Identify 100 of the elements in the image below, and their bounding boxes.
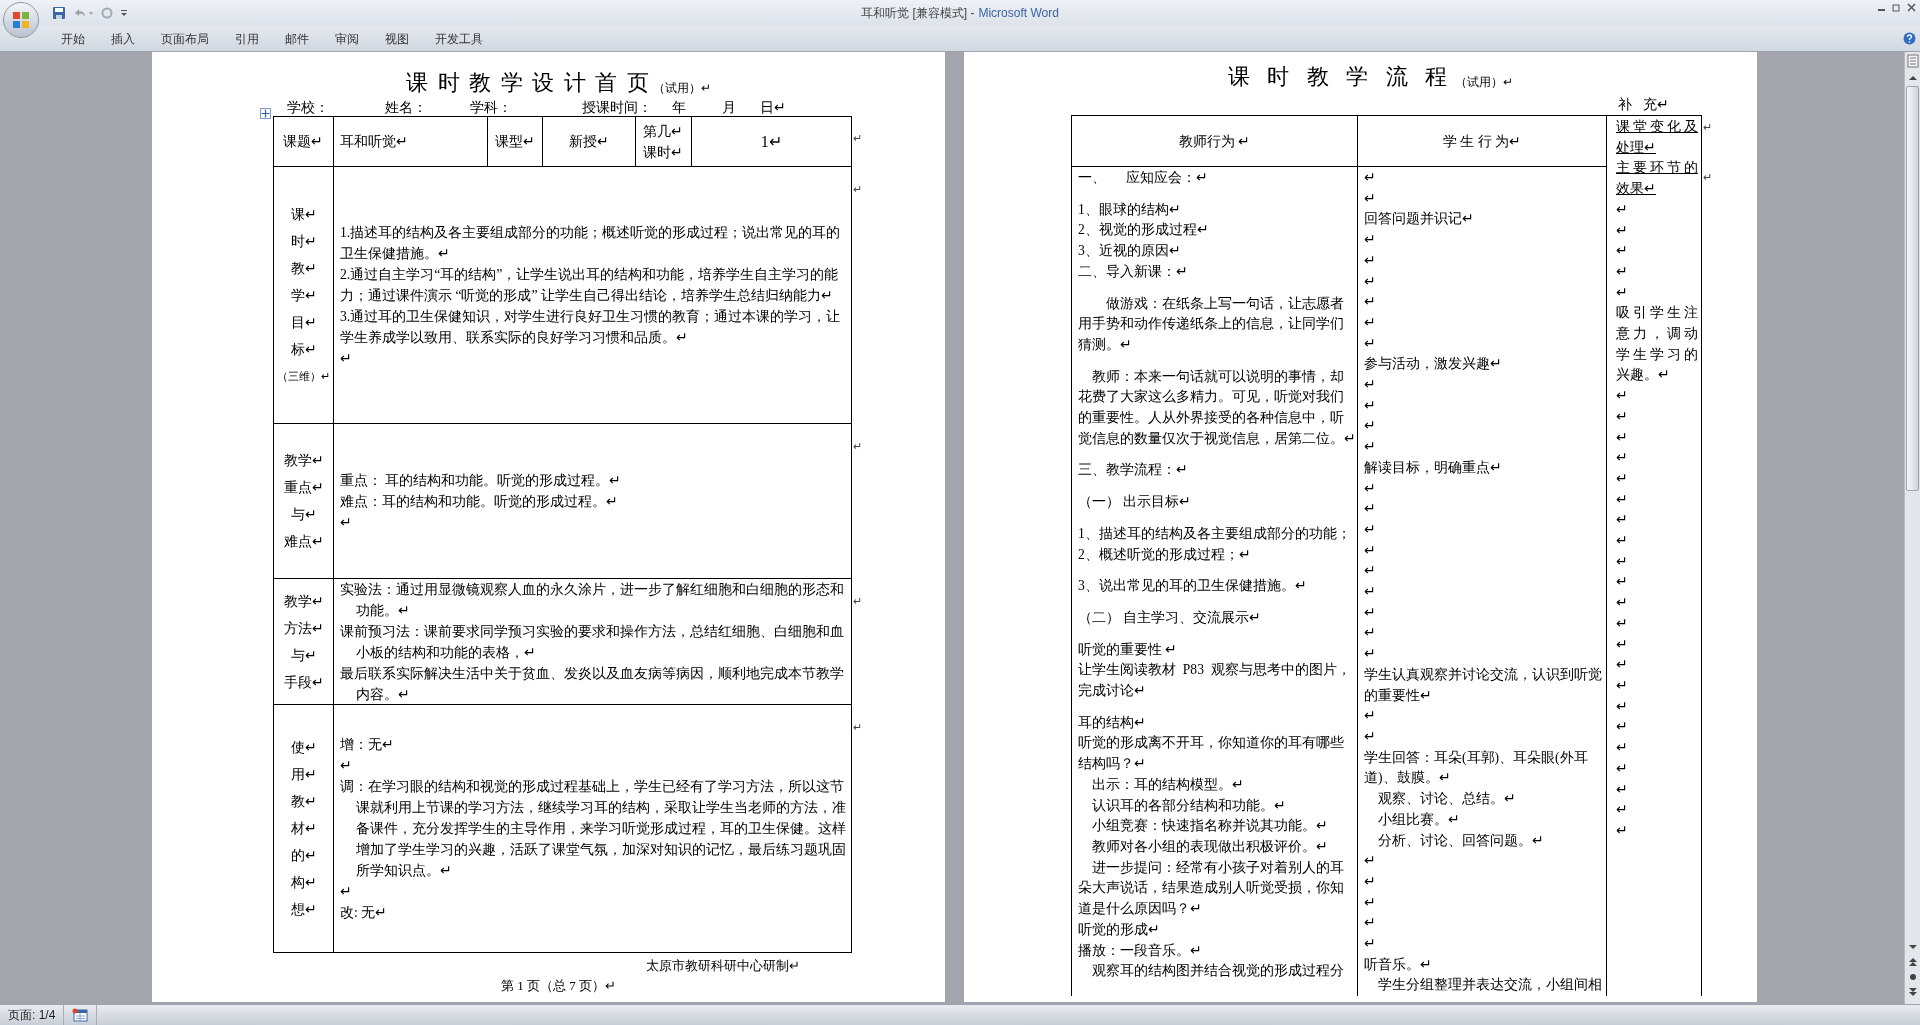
form-label: 姓名： [385,100,428,116]
ribbon-tab[interactable]: 邮件 [272,27,322,50]
paragraph: ↵ [1364,624,1377,643]
paragraph: 出示：耳的结构模型。↵ [1091,775,1245,794]
row-label: 用↵ [290,766,317,784]
row-label: 目↵ [290,313,317,332]
ribbon-tab[interactable]: 页面布局 [148,27,222,50]
table-move-handle[interactable] [260,108,271,119]
paragraph: ↵ [1616,387,1629,406]
paragraph: 学生回答：耳朵(耳郭)、耳朵眼(外耳道)、鼓膜。↵ [1364,748,1589,788]
restore-icon[interactable] [1892,3,1901,12]
paragraph: 2、视觉的形成过程↵ [1078,221,1210,240]
form-label: 月 [722,100,737,116]
paragraph: 做游戏：在纸条上写一句话，让志愿者用手势和动作传递纸条上的信息，让同学们猜测。↵ [1078,294,1345,354]
scrollbar-thumb[interactable] [1906,86,1919,491]
table-cell-text: 课型↵ [495,133,536,151]
paragraph: 1、描述耳的结构及各主要组成部分的功能； [1078,524,1352,543]
paragraph: ↵ [1616,242,1629,261]
paragraph: 3.通过耳的卫生保健知识，对学生进行良好卫生习惯的教育；通过本课的学习，让学生养成学以致用、联系实际的良好学习习惯和品质。↵ [340,307,842,347]
ribbon-tab[interactable]: 开始 [48,27,98,50]
paragraph: ↵ [1364,272,1377,291]
paragraph: ↵ [1364,293,1377,312]
row-label: 难点↵ [283,533,324,551]
paragraph: 听音乐。↵ [1364,955,1433,974]
paragraph: （二） 自主学习、交流展示↵ [1078,608,1263,627]
paragraph: ↵ [1616,614,1629,633]
table-cell-text: 第几↵ [643,122,684,141]
table-cell-text: 新授↵ [568,133,609,151]
paragraph: ↵ [1616,801,1629,820]
paragraph: （一） 出示目标↵ [1078,493,1193,512]
vertical-scrollbar[interactable] [1904,52,1920,1004]
paragraph: ↵ [1364,893,1377,912]
paragraph: 学生分组整理并表达交流，小组间相 [1377,976,1603,995]
paragraph: ↵ [1616,283,1629,302]
paragraph: ↵ [1364,520,1377,539]
ribbon-tab[interactable]: 引用 [222,27,272,50]
paragraph: 二、导入新课：↵ [1078,262,1189,281]
ribbon-tab[interactable]: 开发工具 [422,27,496,50]
row-label: 教↵ [290,259,317,278]
paragraph: ↵ [1364,500,1377,519]
page-count[interactable]: 页面: 1/4 [0,1005,65,1025]
paragraph: 小组竞赛：快速指名称并说其功能。↵ [1091,817,1329,836]
paragraph-mark: ↵ [853,182,862,197]
help-icon[interactable] [1903,32,1916,45]
form-label: 学科： [470,100,513,116]
paragraph: ↵ [1616,469,1629,488]
paragraph: 分析、讨论、回答问题。↵ [1377,831,1545,850]
paragraph: 调：在学习眼的结构和视觉的形成过程基础上，学生已经有了学习方法，所以这节课就利用上节课的学习方法，继续学习耳的结构，采取让学生当老师的方法，准备课件，充分发挥学生的主导作用，来学习听觉形成过程，耳的卫生保健。这样增加了学生学习的兴趣，活跃了课堂气氛，加深对知识的记忆，最后练习题巩固所学知识点。↵ [340,778,848,880]
paragraph: ↵ [1364,189,1377,208]
paragraph: 2.通过自主学习“耳的结构”，让学生说出耳的结构和功能，培养学生自主学习的能力；通过课件演示 “听觉的形成” 让学生自己得出结论，培养学生总结归纳能力↵ [340,265,840,305]
paragraph: ↵ [1616,490,1629,509]
paragraph: ↵ [340,757,353,775]
row-label: 教学↵ [283,592,324,611]
paragraph-mark: ↵ [1703,170,1712,185]
paragraph: 解读目标，明确重点↵ [1364,458,1503,477]
paragraph: ↵ [1364,438,1377,457]
ribbon-tab[interactable]: 审阅 [322,27,372,50]
paragraph: ↵ [1616,635,1629,654]
row-label: 时↵ [290,232,317,251]
office-button[interactable] [3,2,39,38]
close-icon[interactable] [1907,3,1916,12]
paragraph: 进一步提问：经常有小孩子对着别人的耳朵大声说话，结果造成别人听觉受损，你知道是什么原因吗？↵ [1078,858,1345,919]
row-label: 手段↵ [283,673,324,692]
row-label: 材↵ [290,820,317,838]
ribbon-tab[interactable]: 视图 [372,27,422,50]
paragraph: 耳的结构↵ [1078,713,1147,732]
column-heading: 补 充↵ [1618,96,1669,114]
ruler-toggle-icon[interactable] [1906,54,1919,68]
title-note: （试用）↵ [652,80,711,96]
row-label: 想↵ [290,901,317,919]
paragraph: 听觉的重要性 ↵ [1078,640,1179,659]
paragraph: 参与活动，激发兴趣↵ [1364,355,1503,374]
form-label: 授课时间： [582,100,653,116]
save-icon[interactable] [52,6,66,20]
app-name: Microsoft Word [978,5,1059,22]
paragraph: ↵ [1616,677,1629,695]
paragraph-mark: ↵ [853,439,862,454]
paragraph: 1.描述耳的结构及各主要组成部分的功能；概述听觉的形成过程；说出常见的耳的卫生保健措施。↵ [340,223,842,263]
customize-dropdown-icon[interactable] [120,9,128,17]
paragraph: ↵ [1364,396,1377,415]
paragraph: ↵ [1364,417,1377,436]
paragraph: ↵ [1364,376,1377,395]
row-label: 学↵ [290,286,317,305]
paragraph: 认识耳的各部分结构和功能。↵ [1091,796,1287,815]
row-label: 课↵ [290,205,317,224]
column-header: 学 生 行 为↵ [1442,132,1522,151]
form-label: 日↵ [760,100,787,116]
paragraph: ↵ [1616,262,1629,281]
ribbon-tab[interactable]: 插入 [98,27,148,50]
row-label: 与↵ [290,646,317,665]
office-logo-icon [11,10,31,30]
paragraph: 回答问题并识记↵ [1364,210,1475,229]
paragraph: 1、眼球的结构↵ [1078,200,1182,219]
paragraph: 吸引学生注意力，调动学生学习的兴趣。↵ [1616,304,1698,385]
table-cell-text: 耳和听觉↵ [338,133,408,151]
paragraph: ↵ [1616,532,1629,551]
document-check-icon[interactable] [72,1008,89,1022]
row-label: 构↵ [290,874,317,892]
paragraph: 增：无↵ [340,736,395,754]
paragraph: 教师对各小组的表现做出积极评价。↵ [1091,838,1329,856]
